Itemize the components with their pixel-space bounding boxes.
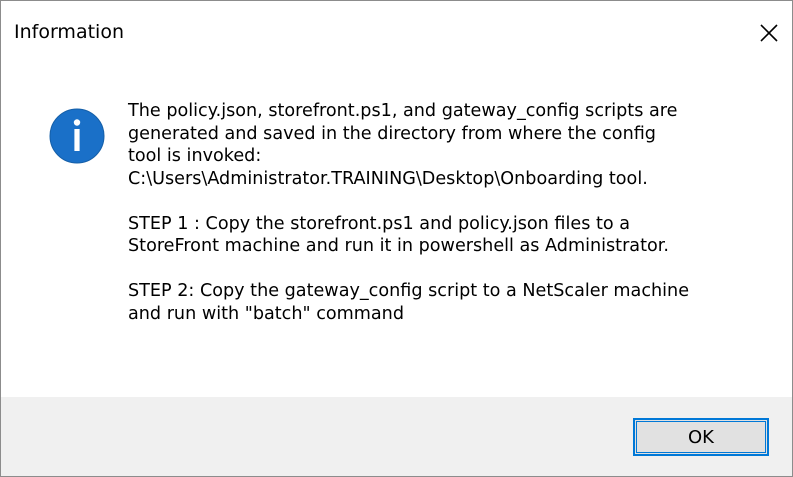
directory-path: C:\Users\Administrator.TRAINING\Desktop\…: [128, 168, 648, 189]
message-line: generated and saved in the directory fro…: [128, 123, 656, 144]
message-paragraph-2: STEP 1 : Copy the storefront.ps1 and pol…: [128, 213, 768, 258]
message-line: STEP 1 : Copy the storefront.ps1 and pol…: [128, 213, 631, 234]
message-paragraph-3: STEP 2: Copy the gateway_config script t…: [128, 280, 768, 325]
ok-button[interactable]: OK: [633, 418, 769, 456]
title-bar: Information: [1, 1, 792, 63]
message-line: The policy.json, storefront.ps1, and gat…: [128, 101, 678, 121]
close-icon: [760, 24, 778, 42]
message-line: STEP 2: Copy the gateway_config script t…: [128, 281, 690, 301]
message-text: The policy.json, storefront.ps1, and gat…: [128, 100, 768, 325]
close-button[interactable]: [746, 11, 792, 55]
message-area: The policy.json, storefront.ps1, and gat…: [1, 63, 792, 393]
message-line: tool is invoked:: [128, 146, 262, 166]
information-dialog: Information The policy.json, storefront.…: [0, 0, 793, 477]
message-paragraph-1: The policy.json, storefront.ps1, and gat…: [128, 100, 768, 190]
window-title: Information: [14, 21, 124, 43]
message-line: StoreFront machine and run it in powersh…: [128, 236, 669, 256]
ok-button-label: OK: [688, 426, 714, 448]
button-bar: OK: [1, 397, 792, 476]
info-icon: [49, 108, 105, 164]
message-line: and run with "batch" command: [128, 303, 405, 324]
